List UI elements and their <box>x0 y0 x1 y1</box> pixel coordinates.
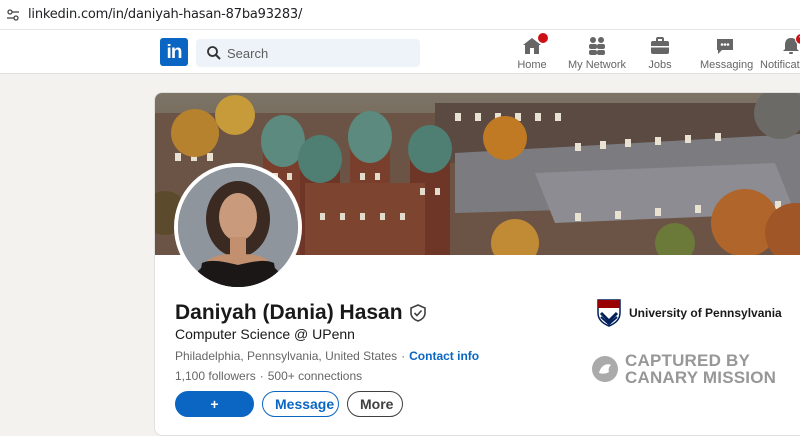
university-name: University of Pennsylvania <box>629 306 782 320</box>
nav-messaging[interactable]: Messaging <box>700 34 754 72</box>
top-navigation: in Search Home My Network Jobs Messaging… <box>0 30 800 74</box>
profile-name-row: Daniyah (Dania) Hasan <box>175 301 427 325</box>
watermark: CAPTURED BY CANARY MISSION <box>591 352 776 386</box>
connections-count[interactable]: 500+ connections <box>268 369 362 383</box>
contact-info-link[interactable]: Contact info <box>409 349 479 363</box>
nav-notifications-label: Notificati <box>760 59 800 71</box>
nav-home[interactable]: Home <box>512 32 552 72</box>
linkedin-logo[interactable]: in <box>160 38 188 66</box>
separator: · <box>401 349 406 363</box>
briefcase-icon <box>649 36 671 56</box>
education-entry[interactable]: University of Pennsylvania <box>597 299 782 327</box>
separator: · <box>259 369 264 383</box>
notifications-badge: 7 <box>795 33 800 45</box>
home-notification-dot <box>537 32 549 44</box>
profile-location: Philadelphia, Pennsylvania, United State… <box>175 349 398 363</box>
watermark-text: CAPTURED BY CANARY MISSION <box>625 352 776 386</box>
profile-headline: Computer Science @ UPenn <box>175 326 355 342</box>
location-row: Philadelphia, Pennsylvania, United State… <box>175 349 479 363</box>
url-text[interactable]: linkedin.com/in/daniyah-hasan-87ba93283/ <box>28 7 302 22</box>
followers-count: 1,100 followers <box>175 369 256 383</box>
search-icon <box>207 46 221 60</box>
browser-address-bar[interactable]: linkedin.com/in/daniyah-hasan-87ba93283/ <box>0 0 800 30</box>
search-placeholder: Search <box>227 46 269 61</box>
watermark-line1: CAPTURED BY <box>625 351 750 370</box>
network-stats: 1,100 followers · 500+ connections <box>175 369 362 383</box>
nav-jobs[interactable]: Jobs <box>644 34 676 72</box>
profile-actions: + Follow Message More <box>175 391 403 435</box>
nav-jobs-label: Jobs <box>648 59 672 71</box>
profile-photo[interactable] <box>174 163 302 291</box>
bell-icon: 7 <box>780 33 800 56</box>
search-bar[interactable]: Search <box>196 39 420 67</box>
nav-messaging-label: Messaging <box>700 59 754 71</box>
message-button[interactable]: Message <box>262 391 339 417</box>
messaging-icon <box>714 36 736 56</box>
profile-card: Daniyah (Dania) Hasan Computer Science @… <box>154 92 800 436</box>
nav-notifications[interactable]: 7 Notificati <box>760 33 800 72</box>
canary-bird-icon <box>592 356 618 382</box>
profile-name: Daniyah (Dania) Hasan <box>175 301 403 324</box>
university-shield-icon <box>597 299 621 327</box>
nav-home-label: Home <box>517 59 547 71</box>
network-icon <box>586 36 608 56</box>
verified-shield-icon[interactable] <box>409 304 427 322</box>
nav-my-network[interactable]: My Network <box>566 34 628 72</box>
more-button[interactable]: More <box>347 391 403 417</box>
nav-my-network-label: My Network <box>567 59 627 71</box>
home-icon <box>521 32 549 56</box>
follow-button[interactable]: + Follow <box>175 391 254 435</box>
watermark-line2: CANARY MISSION <box>625 368 777 387</box>
site-settings-icon[interactable] <box>6 8 20 22</box>
